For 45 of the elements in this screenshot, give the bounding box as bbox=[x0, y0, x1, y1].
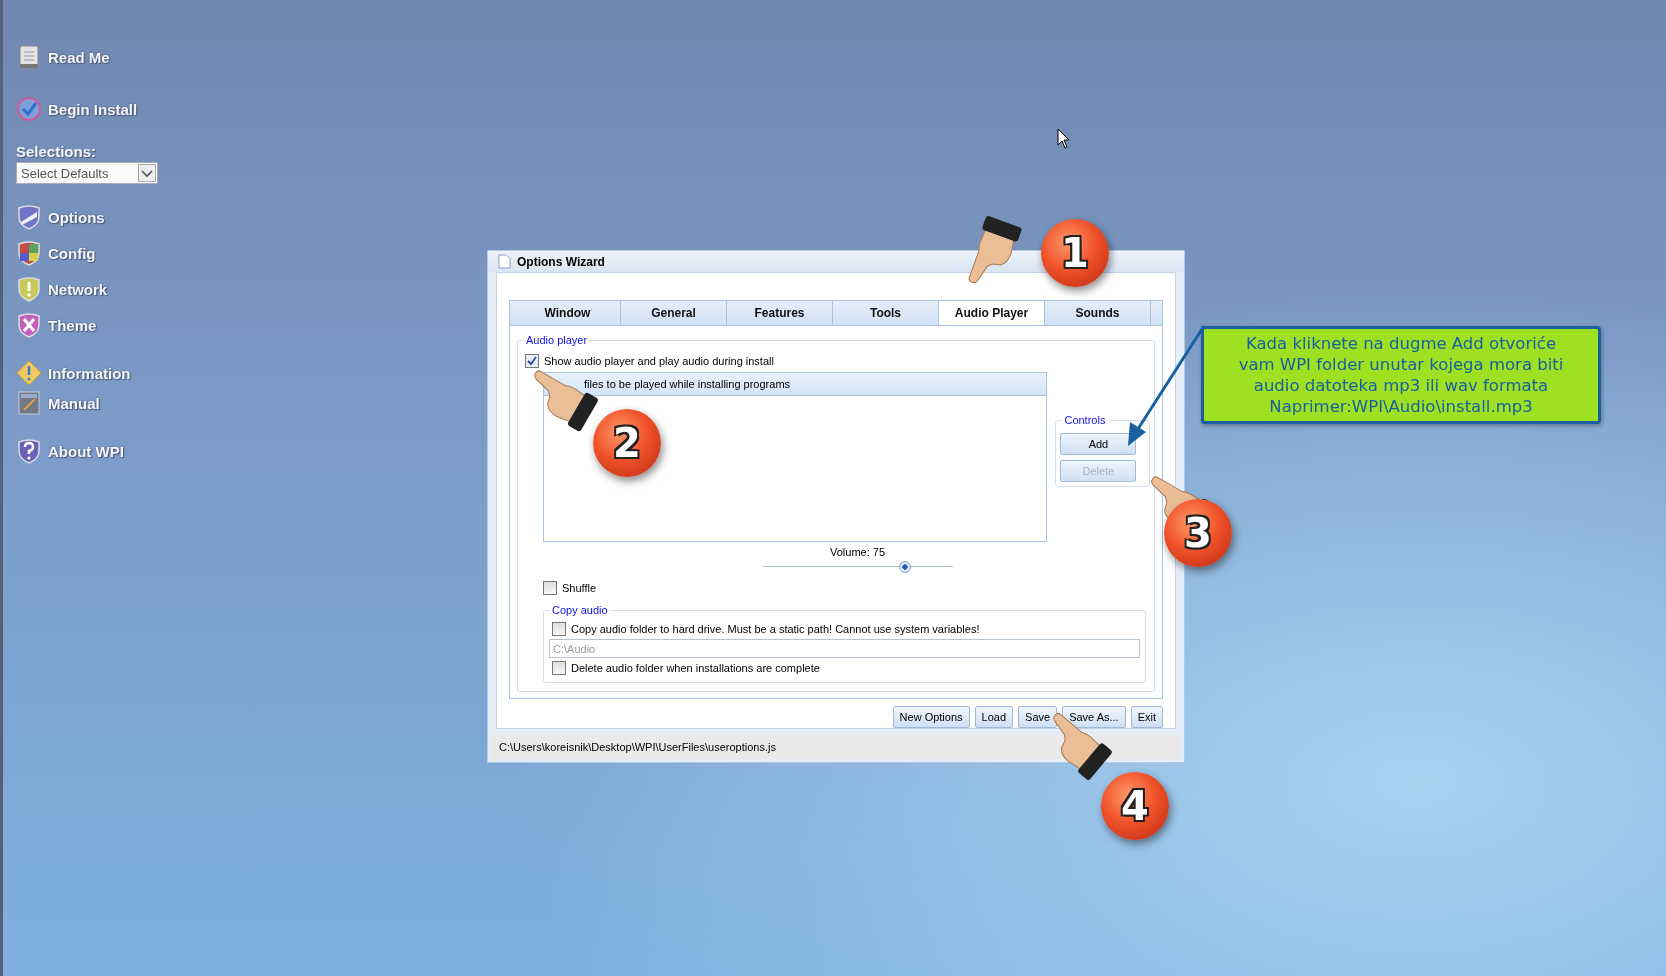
globe-check-icon bbox=[16, 96, 42, 122]
tab[interactable]: Sounds bbox=[1045, 301, 1151, 325]
dialog-button[interactable]: Save bbox=[1018, 706, 1058, 728]
checkbox[interactable] bbox=[552, 622, 566, 636]
checkbox[interactable] bbox=[543, 581, 557, 595]
checkbox-label: Copy audio folder to hard drive. Must be a static path! Cannot use system variables! bbox=[571, 623, 980, 635]
selections-dropdown[interactable]: Select Defaults bbox=[16, 162, 158, 184]
dialog-button[interactable]: New Options bbox=[892, 706, 970, 728]
step-number-badge: 3 bbox=[1164, 499, 1232, 567]
checkbox[interactable] bbox=[525, 354, 539, 368]
document-icon bbox=[498, 254, 511, 269]
group-legend: Controls bbox=[1062, 413, 1108, 427]
list-header: files to be played while installing programs bbox=[544, 373, 1047, 396]
group-legend: Audio player bbox=[524, 333, 590, 347]
checkbox[interactable] bbox=[552, 661, 566, 675]
checkbox-label: Shuffle bbox=[562, 582, 597, 594]
step-number-badge: 4 bbox=[1101, 772, 1169, 840]
window-title: Options Wizard bbox=[517, 254, 605, 269]
notebook-icon bbox=[16, 390, 42, 416]
dialog-button[interactable]: Save As... bbox=[1062, 706, 1126, 728]
checkbox-label: Delete audio folder when installations are complete bbox=[571, 662, 820, 674]
help-icon bbox=[16, 438, 42, 464]
tab[interactable]: Window bbox=[515, 301, 621, 325]
callout-note: Kada kliknete na dugme Add otvoriće vam WPI folder unutar kojega mora biti audio datoteka mp3 ili wav formata Naprimer:WPI\Audio\install.mp3 bbox=[1201, 326, 1601, 424]
info-diamond-icon bbox=[16, 360, 42, 386]
tab[interactable]: Audio Player bbox=[939, 301, 1045, 325]
tab[interactable]: General bbox=[621, 301, 727, 325]
shield-icon bbox=[16, 312, 42, 338]
mouse-cursor-icon bbox=[1057, 128, 1071, 150]
shield-icon bbox=[16, 276, 42, 302]
dialog-button[interactable]: Load bbox=[974, 706, 1014, 728]
shield-icon bbox=[16, 240, 42, 266]
status-bar: C:\Users\koreisnik\Desktop\WPI\UserFiles\useroptions.js bbox=[491, 735, 1181, 759]
dialog-button[interactable]: Exit bbox=[1130, 706, 1163, 728]
shield-icon bbox=[16, 204, 42, 230]
caret-icon bbox=[138, 164, 156, 182]
checkbox-label: Show audio player and play audio during install bbox=[544, 355, 774, 367]
selections-label: Selections: bbox=[16, 143, 97, 161]
step-number-badge: 1 bbox=[1041, 219, 1109, 287]
add-button[interactable]: Add bbox=[1060, 433, 1137, 455]
slider-thumb[interactable] bbox=[899, 561, 911, 573]
document-icon bbox=[16, 44, 42, 70]
volume-label: Volume: 75 bbox=[829, 546, 885, 558]
group-legend: Copy audio bbox=[550, 603, 610, 617]
tab[interactable]: Features bbox=[727, 301, 833, 325]
